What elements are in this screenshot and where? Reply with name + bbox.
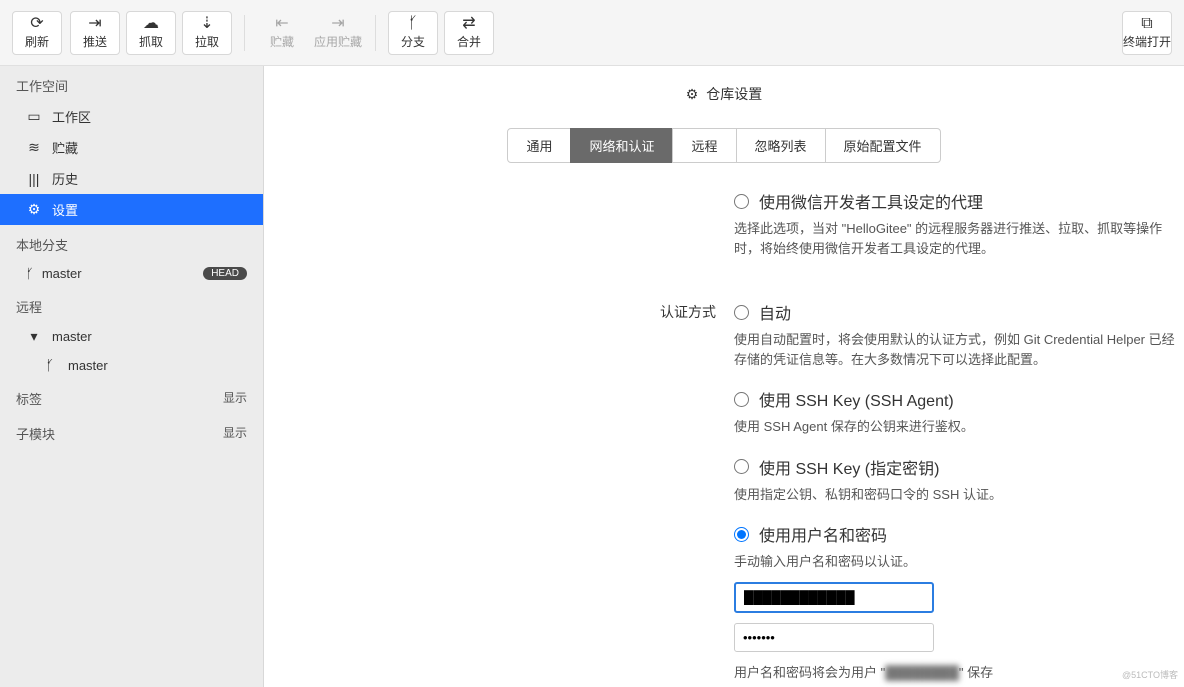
stash-list-icon: ≋: [26, 139, 42, 156]
pull-icon: ⇣: [200, 15, 213, 33]
submodules-title: 子模块: [16, 424, 55, 443]
tab-general[interactable]: 通用: [507, 128, 571, 163]
branch-small-icon: ᚶ: [26, 266, 34, 281]
branch-small-icon: ᚶ: [42, 357, 58, 373]
branch-icon: ᚶ: [408, 15, 418, 33]
submodules-show-link[interactable]: 显示: [223, 424, 247, 443]
auth-auto-option: 自动 使用自动配置时，将会使用默认的认证方式，例如 Git Credential…: [734, 300, 1184, 369]
auth-userpass-option: 使用用户名和密码 手动输入用户名和密码以认证。 用户名和密码将会为用户 "███…: [734, 522, 1184, 681]
pull-button[interactable]: ⇣拉取: [182, 11, 232, 55]
tab-remote[interactable]: 远程: [672, 128, 736, 163]
terminal-icon: ⧉: [1141, 15, 1152, 33]
fetch-icon: ☁: [143, 15, 159, 33]
auth-userpass-radio[interactable]: [734, 527, 749, 542]
apply-stash-button: ⇥应用贮藏: [313, 11, 363, 55]
auth-ssh-agent-radio[interactable]: [734, 392, 749, 407]
main-panel: ⚙ 仓库设置 通用 网络和认证 远程 忽略列表 原始配置文件 使用微信开发者工具…: [264, 66, 1184, 687]
auth-ssh-key-option: 使用 SSH Key (指定密钥) 使用指定公钥、私钥和密码口令的 SSH 认证…: [734, 455, 1184, 505]
refresh-button[interactable]: ⟳刷新: [12, 11, 62, 55]
watermark: @51CTO博客: [1122, 668, 1178, 681]
head-badge: HEAD: [203, 267, 247, 280]
tags-title: 标签: [16, 389, 42, 408]
auth-ssh-key-radio[interactable]: [734, 459, 749, 474]
stash-icon: ⇤: [275, 15, 288, 33]
history-icon: |||: [26, 171, 42, 187]
stash-button: ⇤贮藏: [257, 11, 307, 55]
auth-ssh-agent-option: 使用 SSH Key (SSH Agent) 使用 SSH Agent 保存的公…: [734, 387, 1184, 437]
sidebar-item-history[interactable]: |||历史: [0, 163, 263, 194]
tabs: 通用 网络和认证 远程 忽略列表 原始配置文件: [264, 128, 1184, 163]
sidebar: 工作空间 ▭工作区 ≋贮藏 |||历史 ⚙设置 本地分支 ᚶmaster HEA…: [0, 66, 264, 687]
submodules-section: 子模块 显示: [0, 414, 263, 449]
workspace-section-title: 工作空间: [0, 66, 263, 101]
proxy-option: 使用微信开发者工具设定的代理 选择此选项，当对 "HelloGitee" 的远程…: [734, 189, 1184, 258]
sidebar-item-workarea[interactable]: ▭工作区: [0, 101, 263, 132]
gear-icon: ⚙: [686, 86, 699, 103]
toolbar: ⟳刷新 ⇥推送 ☁抓取 ⇣拉取 ⇤贮藏 ⇥应用贮藏 ᚶ分支 ⇄合并 ⧉终端打开: [0, 0, 1184, 66]
chevron-down-icon: ▾: [26, 328, 42, 345]
password-input[interactable]: [734, 623, 934, 652]
push-button[interactable]: ⇥推送: [70, 11, 120, 55]
local-branch-section-title: 本地分支: [0, 225, 263, 260]
tab-rawconfig[interactable]: 原始配置文件: [825, 128, 941, 163]
page-title: 仓库设置: [706, 84, 762, 104]
folder-icon: ▭: [26, 108, 42, 125]
remote-section-title: 远程: [0, 287, 263, 322]
proxy-title: 使用微信开发者工具设定的代理: [759, 189, 983, 213]
tags-section: 标签 显示: [0, 379, 263, 414]
apply-stash-icon: ⇥: [331, 15, 344, 33]
username-input[interactable]: [734, 582, 934, 613]
branch-button[interactable]: ᚶ分支: [388, 11, 438, 55]
tab-ignore[interactable]: 忽略列表: [736, 128, 826, 163]
remote-master-group[interactable]: ▾master: [0, 322, 263, 351]
fetch-button[interactable]: ☁抓取: [126, 11, 176, 55]
terminal-button[interactable]: ⧉终端打开: [1122, 11, 1172, 55]
remote-master-item[interactable]: ᚶmaster: [0, 351, 263, 379]
merge-icon: ⇄: [462, 15, 475, 33]
auth-auto-radio[interactable]: [734, 305, 749, 320]
gear-icon: ⚙: [26, 201, 42, 218]
tab-network[interactable]: 网络和认证: [570, 128, 673, 163]
credential-note: 用户名和密码将会为用户 "████████" 保存: [734, 662, 1184, 681]
merge-button[interactable]: ⇄合并: [444, 11, 494, 55]
local-branch-master[interactable]: ᚶmaster HEAD: [0, 260, 263, 287]
tags-show-link[interactable]: 显示: [223, 389, 247, 408]
push-icon: ⇥: [88, 15, 101, 33]
sidebar-item-stash[interactable]: ≋贮藏: [0, 132, 263, 163]
proxy-desc: 选择此选项，当对 "HelloGitee" 的远程服务器进行推送、拉取、抓取等操…: [734, 219, 1184, 258]
sidebar-item-settings[interactable]: ⚙设置: [0, 194, 263, 225]
proxy-radio[interactable]: [734, 194, 749, 209]
refresh-icon: ⟳: [30, 15, 43, 33]
main-header: ⚙ 仓库设置: [264, 66, 1184, 114]
auth-section-label: 认证方式: [614, 300, 734, 687]
